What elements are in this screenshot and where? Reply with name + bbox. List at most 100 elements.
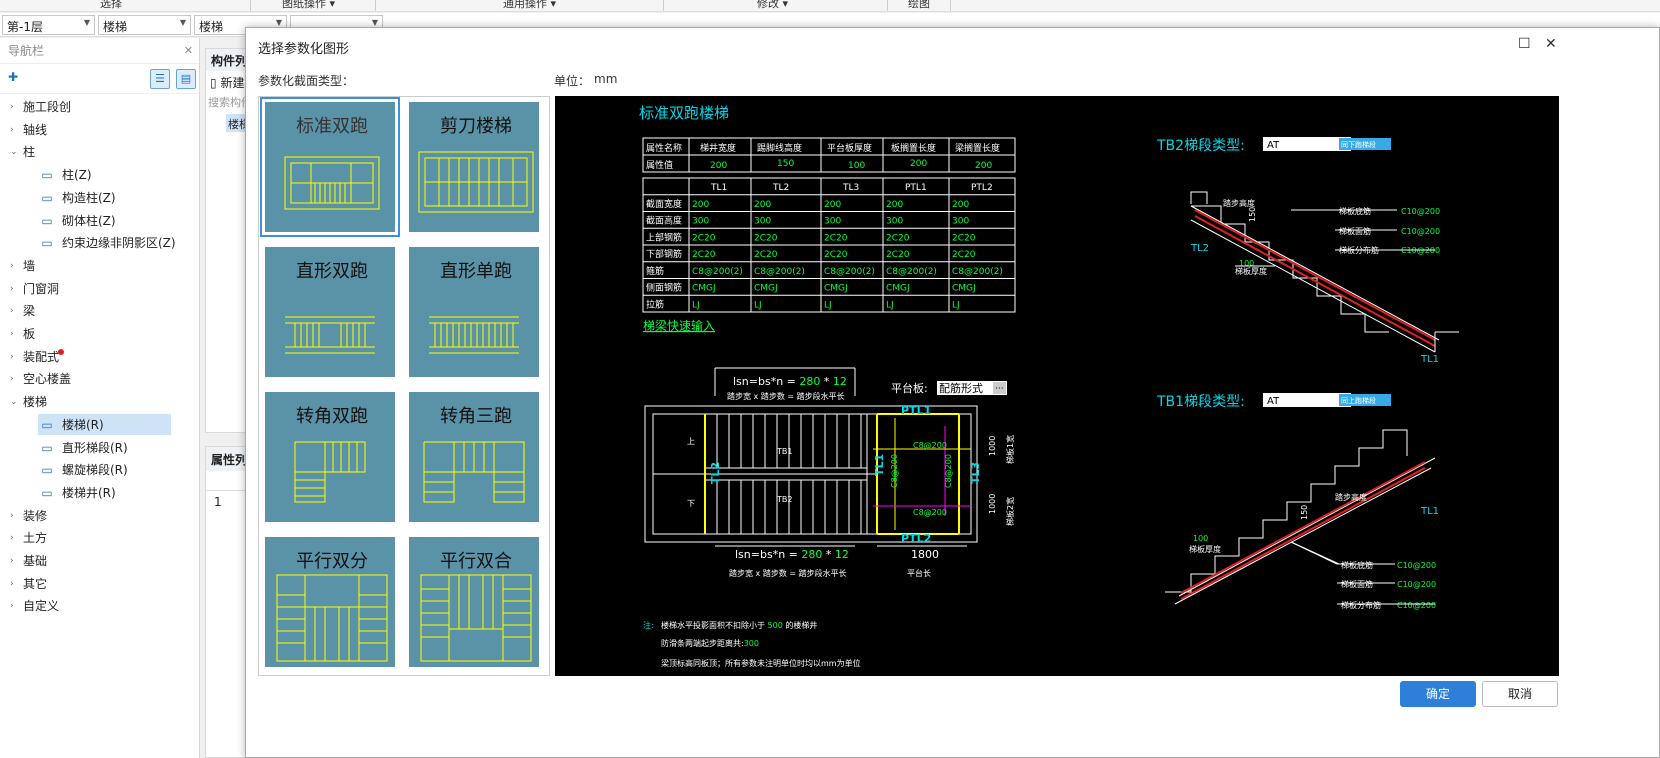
ribbon-draw[interactable]: 绘图 [908, 0, 930, 11]
chevron-right-icon[interactable]: › [10, 96, 14, 118]
card-standard-double[interactable]: 标准双跑 [260, 97, 400, 237]
tb2-c10-top[interactable]: C10@200 [1401, 227, 1440, 236]
nav-item[interactable]: › 装修 [0, 505, 200, 527]
type-select[interactable]: 楼梯 ▼ [98, 15, 191, 35]
t1-v4[interactable]: 200 [910, 159, 927, 169]
card-corner-triple[interactable]: 转角三跑 [407, 390, 541, 524]
plan-c3[interactable]: C8@200 [890, 454, 899, 488]
ribbon-general-ops[interactable]: 通用操作 ▾ [503, 0, 556, 11]
t2-cell[interactable]: 2C20 [692, 233, 716, 243]
tb2-t100[interactable]: 100 [1239, 259, 1254, 268]
t2-cell[interactable]: 200 [692, 200, 709, 210]
maximize-icon[interactable]: ☐ [1518, 36, 1531, 52]
t2-cell[interactable]: CMGJ [952, 284, 976, 294]
t2-cell[interactable]: 300 [952, 217, 969, 227]
detail-view-icon[interactable]: ▤ [176, 69, 196, 89]
nav-item[interactable]: ▭ 楼梯井(R) [0, 482, 200, 504]
chevron-down-icon[interactable]: ⌄ [10, 141, 18, 163]
nav-item[interactable]: ▭ 约束边缘非阴影区(Z) [0, 232, 200, 254]
chevron-right-icon[interactable]: › [10, 595, 14, 617]
add-icon[interactable]: ✚ [8, 70, 18, 84]
lsn-bs-bottom[interactable]: 280 [801, 548, 822, 561]
t2-cell[interactable]: 300 [886, 217, 903, 227]
card-parallel-split[interactable]: 平行双分 [263, 535, 397, 669]
t2-cell[interactable]: 200 [886, 200, 903, 210]
ok-button[interactable]: 确定 [1400, 681, 1476, 707]
t2-cell[interactable]: 2C20 [824, 250, 848, 260]
chevron-right-icon[interactable]: › [10, 300, 14, 322]
t2-cell[interactable]: 2C20 [952, 233, 976, 243]
t2-cell[interactable]: 2C20 [824, 233, 848, 243]
t2-cell[interactable]: C8@200(2) [952, 267, 1003, 277]
t2-cell[interactable]: 2C20 [886, 233, 910, 243]
tb2-c10-bottom[interactable]: C10@200 [1401, 207, 1440, 216]
t2-cell[interactable]: LJ [952, 300, 960, 310]
chevron-right-icon[interactable]: › [10, 278, 14, 300]
card-straight-double[interactable]: 直形双跑 [263, 245, 397, 379]
t2-cell[interactable]: LJ [886, 300, 894, 310]
t1-v2[interactable]: 150 [777, 159, 794, 169]
t2-cell[interactable]: LJ [692, 300, 700, 310]
t2-cell[interactable]: CMGJ [692, 284, 716, 294]
chevron-down-icon[interactable]: ⌄ [10, 391, 18, 413]
list-view-icon[interactable]: ☰ [150, 69, 170, 89]
new-component-button[interactable]: ▯ 新建 [206, 71, 248, 91]
nav-item[interactable]: › 装配式 [0, 346, 200, 368]
chevron-right-icon[interactable]: › [10, 323, 14, 345]
t2-cell[interactable]: 300 [754, 217, 771, 227]
quick-input-link[interactable]: 梯梁快速输入 [643, 318, 715, 333]
tb1-c10-top[interactable]: C10@200 [1397, 580, 1436, 589]
close-icon[interactable]: ✕ [184, 38, 193, 64]
nav-item[interactable]: ▭ 砌体柱(Z) [0, 210, 200, 232]
nav-item[interactable]: › 空心楼盖 [0, 368, 200, 390]
note2b[interactable]: 300 [744, 639, 759, 648]
t1-v3[interactable]: 100 [848, 161, 865, 171]
nav-item[interactable]: ⌄ 楼梯 [0, 391, 200, 413]
t2-cell[interactable]: 2C20 [754, 233, 778, 243]
tb2-h150[interactable]: 150 [1248, 207, 1257, 222]
plan-c4[interactable]: C8@200 [944, 454, 953, 488]
chevron-right-icon[interactable]: › [10, 119, 14, 141]
nav-item[interactable]: ▭ 楼梯(R) [0, 414, 200, 436]
t2-cell[interactable]: 300 [692, 217, 709, 227]
chevron-right-icon[interactable]: › [10, 255, 14, 277]
plan-c2[interactable]: C8@200 [913, 508, 947, 517]
nav-item[interactable]: ▭ 柱(Z) [0, 164, 200, 186]
card-corner-double[interactable]: 转角双跑 [263, 390, 397, 524]
nav-item[interactable]: ⌄ 柱 [0, 141, 200, 163]
cancel-button[interactable]: 取消 [1482, 681, 1558, 707]
chevron-right-icon[interactable]: › [10, 550, 14, 572]
t1-v1[interactable]: 200 [710, 161, 727, 171]
nav-item[interactable]: › 其它 [0, 573, 200, 595]
nav-item[interactable]: ▭ 螺旋梯段(R) [0, 459, 200, 481]
t2-cell[interactable]: 2C20 [886, 250, 910, 260]
nav-item[interactable]: › 自定义 [0, 595, 200, 617]
lsn-bs-top[interactable]: 280 [799, 375, 820, 388]
chevron-right-icon[interactable]: › [10, 368, 14, 390]
floor-select[interactable]: 第-1层 ▼ [2, 15, 95, 35]
card-scissor-stair[interactable]: 剪刀楼梯 [407, 100, 541, 234]
chevron-right-icon[interactable]: › [10, 573, 14, 595]
chevron-right-icon[interactable]: › [10, 527, 14, 549]
lsn-n-bottom[interactable]: 12 [835, 548, 849, 561]
t2-cell[interactable]: LJ [824, 300, 832, 310]
t2-cell[interactable]: 2C20 [952, 250, 976, 260]
nav-item[interactable]: › 墙 [0, 255, 200, 277]
nav-item[interactable]: › 土方 [0, 527, 200, 549]
nav-item[interactable]: › 施工段创 [0, 96, 200, 118]
tb1-c10-bottom[interactable]: C10@200 [1397, 561, 1436, 570]
t2-cell[interactable]: LJ [754, 300, 762, 310]
ribbon-select[interactable]: 选择 [100, 0, 122, 11]
t2-cell[interactable]: CMGJ [824, 284, 848, 294]
t2-cell[interactable]: CMGJ [754, 284, 778, 294]
t1-v5[interactable]: 200 [975, 161, 992, 171]
t2-cell[interactable]: C8@200(2) [754, 267, 805, 277]
t2-cell[interactable]: C8@200(2) [886, 267, 937, 277]
t2-cell[interactable]: 2C20 [754, 250, 778, 260]
platform-length[interactable]: 1800 [911, 548, 939, 561]
nav-item[interactable]: ▭ 直形梯段(R) [0, 437, 200, 459]
nav-item[interactable]: › 基础 [0, 550, 200, 572]
nav-item[interactable]: › 板 [0, 323, 200, 345]
t2-cell[interactable]: 200 [824, 200, 841, 210]
nav-item[interactable]: › 门窗洞 [0, 278, 200, 300]
